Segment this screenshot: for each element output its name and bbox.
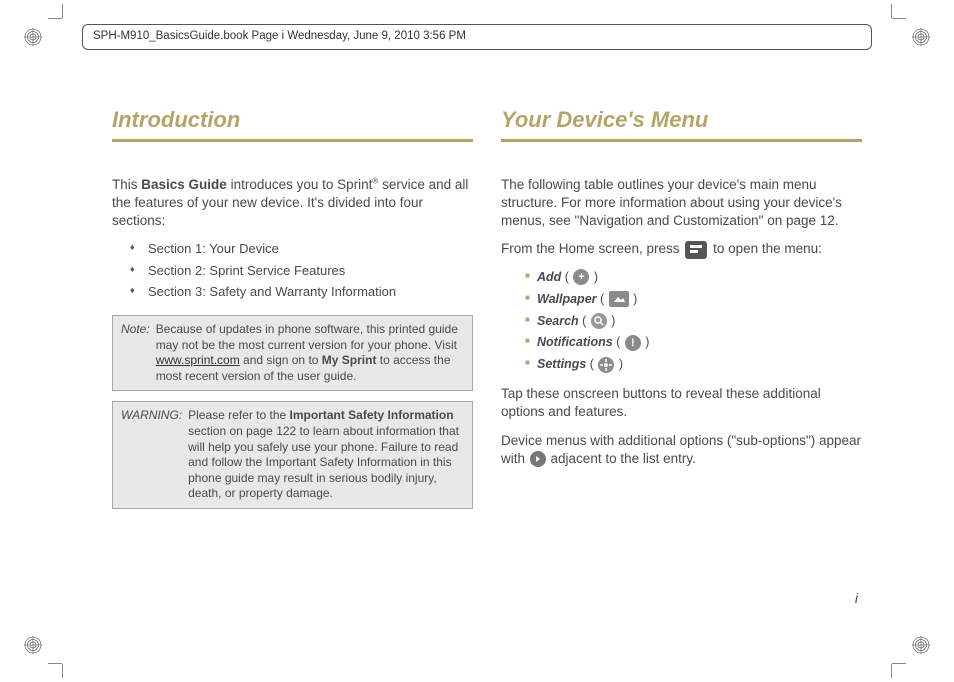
cropmark <box>892 663 906 664</box>
cropmark <box>891 664 892 678</box>
section-list: Section 1: Your Device Section 2: Sprint… <box>112 240 473 301</box>
note-body: Because of updates in phone software, th… <box>156 322 464 384</box>
wallpaper-icon <box>609 291 629 307</box>
list-item: Notifications ( ! ) <box>525 334 862 351</box>
page-body: Introduction This Basics Guide introduce… <box>112 105 862 622</box>
settings-icon <box>598 357 614 373</box>
heading-introduction: Introduction <box>112 105 473 142</box>
notifications-icon: ! <box>625 335 641 351</box>
suboptions-paragraph: Device menus with additional options ("s… <box>501 432 862 468</box>
warning-label: WARNING: <box>121 408 182 502</box>
cropmark <box>48 18 62 19</box>
warning-box: WARNING: Please refer to the Important S… <box>112 401 473 509</box>
cropmark <box>62 4 63 18</box>
column-right: Your Device's Menu The following table o… <box>501 105 862 622</box>
menu-list: Add ( + ) Wallpaper ( ) Search ( ) Notif… <box>501 269 862 373</box>
page-number: i <box>855 589 858 608</box>
menu-intro-paragraph: The following table outlines your device… <box>501 176 862 231</box>
cropmark <box>891 4 892 18</box>
column-left: Introduction This Basics Guide introduce… <box>112 105 473 622</box>
list-item: Section 1: Your Device <box>130 240 473 258</box>
warning-body: Please refer to the Important Safety Inf… <box>188 408 464 502</box>
cropmark <box>892 18 906 19</box>
note-label: Note: <box>121 322 150 384</box>
intro-paragraph: This Basics Guide introduces you to Spri… <box>112 176 473 231</box>
open-menu-paragraph: From the Home screen, press to open the … <box>501 240 862 258</box>
list-item: Section 2: Sprint Service Features <box>130 262 473 280</box>
tap-paragraph: Tap these onscreen buttons to reveal the… <box>501 385 862 421</box>
list-item: Search ( ) <box>525 313 862 330</box>
registration-mark-icon <box>24 636 42 654</box>
list-item: Wallpaper ( ) <box>525 291 862 308</box>
list-item: Add ( + ) <box>525 269 862 286</box>
heading-device-menu: Your Device's Menu <box>501 105 862 142</box>
list-item: Section 3: Safety and Warranty Informati… <box>130 283 473 301</box>
cropmark <box>62 664 63 678</box>
note-link[interactable]: www.sprint.com <box>156 353 240 367</box>
cropmark <box>48 663 62 664</box>
add-icon: + <box>573 269 589 285</box>
print-slug: SPH-M910_BasicsGuide.book Page i Wednesd… <box>82 24 872 50</box>
search-icon <box>591 313 607 329</box>
chevron-right-icon <box>530 451 546 467</box>
registration-mark-icon <box>912 636 930 654</box>
registration-mark-icon <box>24 28 42 46</box>
menu-key-icon <box>685 241 707 259</box>
note-box: Note: Because of updates in phone softwa… <box>112 315 473 391</box>
list-item: Settings ( ) <box>525 356 862 373</box>
registration-mark-icon <box>912 28 930 46</box>
